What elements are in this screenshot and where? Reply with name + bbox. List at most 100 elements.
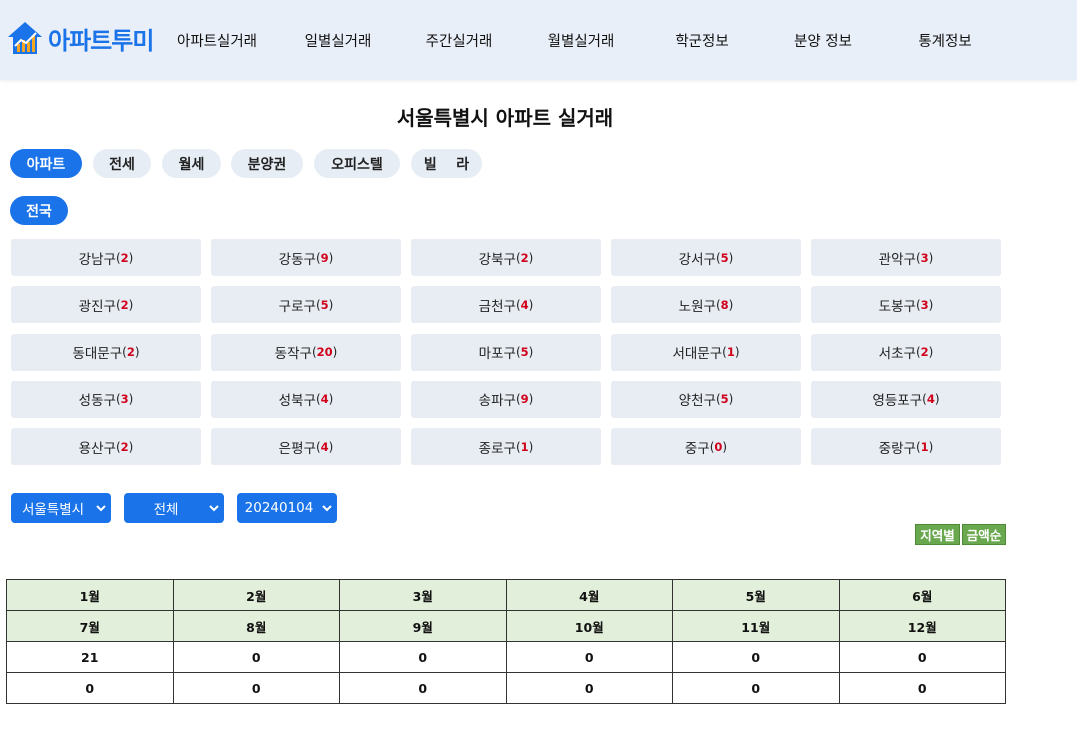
- house-chart-icon: [6, 20, 44, 56]
- tab-apartment[interactable]: 아파트: [10, 149, 82, 178]
- district-button[interactable]: 광진구(2): [11, 286, 201, 324]
- district-count: 1: [726, 345, 735, 359]
- district-button[interactable]: 구로구(5): [211, 286, 401, 324]
- district-button[interactable]: 강남구(2): [11, 239, 201, 276]
- nav-monthly-trade[interactable]: 월별실거래: [548, 30, 615, 51]
- district-button[interactable]: 양천구(5): [611, 380, 801, 418]
- month-value-cell: 0: [838, 672, 1006, 704]
- tab-villa[interactable]: 빌 라: [411, 149, 482, 178]
- paren-close: ): [128, 297, 134, 312]
- table-row: 7월 8월 9월 10월 11월 12월: [6, 610, 1006, 642]
- district-name: 강북구: [478, 251, 516, 268]
- month-label-cell: 8월: [172, 610, 340, 642]
- tab-officetel[interactable]: 오피스텔: [314, 149, 400, 178]
- nav-apt-trade[interactable]: 아파트실거래: [177, 30, 257, 51]
- district-button[interactable]: 은평구(4): [211, 428, 401, 465]
- month-value-cell: 0: [672, 672, 840, 704]
- district-name: 동대문구: [72, 346, 123, 362]
- district-count: 4: [320, 439, 329, 454]
- district-select[interactable]: 전체: [124, 493, 224, 523]
- chevron-down-icon: [204, 504, 224, 512]
- paren-close: ): [128, 250, 134, 265]
- district-count: 1: [920, 439, 929, 454]
- district-button[interactable]: 영등포구(4): [811, 380, 1001, 418]
- district-button[interactable]: 중랑구(1): [811, 428, 1001, 465]
- date-select[interactable]: 20240104: [237, 493, 337, 523]
- nav-weekly-trade[interactable]: 주간실거래: [426, 30, 493, 51]
- district-button[interactable]: 노원구(8): [611, 286, 801, 324]
- district-count: 5: [720, 392, 729, 407]
- district-count: 2: [120, 439, 129, 454]
- city-select[interactable]: 서울특별시: [11, 493, 111, 523]
- district-count: 1: [520, 439, 529, 454]
- district-name: 성북구: [278, 393, 316, 410]
- tab-presale-right[interactable]: 분양권: [231, 149, 303, 178]
- district-count: 20: [316, 345, 333, 359]
- district-button[interactable]: 강북구(2): [411, 239, 601, 276]
- sort-by-price-button[interactable]: 금액순: [962, 524, 1006, 545]
- paren-close: ): [528, 250, 534, 265]
- district-button[interactable]: 강동구(9): [211, 239, 401, 276]
- district-count: 2: [920, 345, 929, 359]
- district-name: 동작구: [274, 346, 312, 362]
- district-name: 서초구: [878, 346, 916, 362]
- district-name: 관악구: [878, 251, 916, 268]
- paren-close: ): [722, 439, 728, 454]
- district-name: 용산구: [78, 440, 116, 457]
- district-name: 마포구: [478, 346, 516, 362]
- district-count: 3: [920, 297, 929, 312]
- district-count: 8: [720, 297, 729, 312]
- month-value-cell: 0: [339, 672, 507, 704]
- region-nationwide-button[interactable]: 전국: [10, 196, 68, 225]
- district-name: 중랑구: [878, 440, 916, 457]
- district-button[interactable]: 서초구(2): [811, 333, 1001, 371]
- district-button[interactable]: 마포구(5): [411, 333, 601, 371]
- district-count: 5: [520, 345, 529, 359]
- tab-wolse[interactable]: 월세: [162, 149, 221, 178]
- chevron-down-icon: [91, 504, 111, 512]
- nav-presale-info[interactable]: 분양 정보: [794, 30, 852, 51]
- district-button[interactable]: 도봉구(3): [811, 286, 1001, 324]
- district-button[interactable]: 종로구(1): [411, 428, 601, 465]
- district-count: 5: [320, 297, 329, 312]
- district-button[interactable]: 서대문구(1): [611, 333, 801, 371]
- district-button[interactable]: 동작구(20): [211, 333, 401, 371]
- district-name: 성동구: [78, 393, 116, 410]
- district-count: 2: [120, 250, 129, 265]
- month-label-cell: 6월: [838, 579, 1006, 611]
- district-button[interactable]: 금천구(4): [411, 286, 601, 324]
- district-button[interactable]: 성동구(3): [11, 380, 201, 418]
- district-count: 2: [520, 250, 529, 265]
- nav-daily-trade[interactable]: 일별실거래: [305, 30, 372, 51]
- district-button[interactable]: 동대문구(2): [11, 333, 201, 371]
- district-button[interactable]: 중구(0): [611, 428, 801, 465]
- paren-close: ): [328, 250, 334, 265]
- paren-close: ): [328, 439, 334, 454]
- district-button[interactable]: 관악구(3): [811, 239, 1001, 276]
- month-label-cell: 9월: [339, 610, 507, 642]
- paren-close: ): [934, 392, 940, 407]
- district-count: 4: [926, 392, 935, 407]
- tab-jeonse[interactable]: 전세: [93, 149, 151, 178]
- nav-school-info[interactable]: 학군정보: [675, 30, 728, 51]
- logo-text: 아파트투미: [48, 26, 154, 55]
- district-button[interactable]: 송파구(9): [411, 380, 601, 418]
- month-value-cell: 0: [172, 641, 340, 673]
- district-name: 은평구: [278, 440, 316, 457]
- sort-by-region-button[interactable]: 지역별: [915, 524, 960, 545]
- table-row: 0 0 0 0 0 0: [6, 672, 1006, 704]
- month-value-cell: 0: [339, 641, 507, 673]
- district-button[interactable]: 강서구(5): [611, 239, 801, 276]
- district-name: 강동구: [278, 251, 316, 268]
- paren-close: ): [134, 345, 140, 359]
- nav-stats-info[interactable]: 통계정보: [918, 30, 971, 51]
- paren-close: ): [528, 439, 534, 454]
- month-label-cell: 5월: [672, 579, 840, 611]
- month-label-cell: 3월: [339, 579, 507, 611]
- site-logo[interactable]: 아파트투미: [6, 18, 154, 58]
- district-button[interactable]: 용산구(2): [11, 428, 201, 465]
- month-value-cell: 0: [672, 641, 840, 673]
- paren-close: ): [928, 297, 934, 312]
- district-count: 2: [120, 297, 129, 312]
- district-button[interactable]: 성북구(4): [211, 380, 401, 418]
